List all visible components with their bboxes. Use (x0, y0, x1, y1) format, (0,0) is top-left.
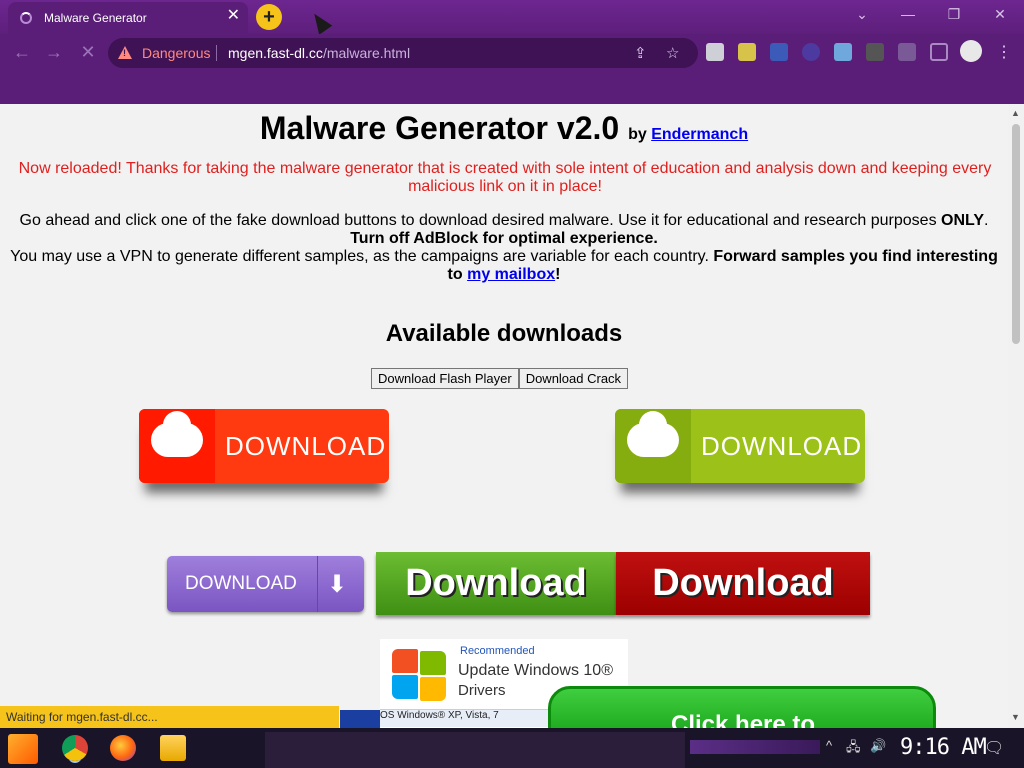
warning-icon[interactable] (118, 46, 132, 59)
taskbar-decoration (690, 740, 820, 754)
restore-button[interactable]: ❐ (944, 6, 964, 23)
tray-overflow-icon[interactable]: ^ (826, 738, 832, 753)
ext-icon-3[interactable] (770, 43, 788, 61)
back-button[interactable]: ← (10, 42, 34, 63)
taskbar-preview (265, 732, 685, 768)
forward-button[interactable]: → (42, 42, 66, 63)
cloud-download-icon (615, 409, 691, 483)
intro-text: Go ahead and click one of the fake downl… (10, 212, 998, 283)
notifications-icon[interactable]: 🗨 (984, 738, 1004, 758)
download-tile-purple[interactable]: DOWNLOAD ⬇ (167, 556, 364, 612)
ad-recommended-label: Recommended (460, 645, 535, 657)
tab-close-icon[interactable]: ✕ (227, 8, 240, 24)
ext-icon-2[interactable] (738, 43, 756, 61)
star-icon[interactable]: ☆ (666, 44, 679, 62)
status-bar: Waiting for mgen.fast-dl.cc... (0, 706, 339, 728)
download-tile-green-label: Download (405, 562, 587, 604)
download-tile-lime-label: DOWNLOAD (701, 431, 863, 461)
download-tile-darkred[interactable]: Download (616, 552, 870, 615)
scroll-down-icon[interactable]: ▼ (1011, 712, 1020, 722)
cloud-download-icon (139, 409, 215, 483)
scrollbar-thumb[interactable] (1012, 124, 1020, 344)
tab-malware-generator[interactable]: Malware Generator ✕ (8, 2, 248, 34)
file-explorer-icon[interactable] (160, 735, 186, 761)
ext-icon-6[interactable] (866, 43, 884, 61)
browser-menu-icon[interactable]: ⋮ (996, 42, 1012, 62)
ext-icon-5[interactable] (834, 43, 852, 61)
browser-toolbar: ← → ✕ Dangerous mgen.fast-dl.cc/malware.… (0, 34, 1024, 72)
volume-icon[interactable]: 🔊 (870, 738, 886, 754)
windows-logo-icon (392, 649, 448, 701)
security-status[interactable]: Dangerous (142, 45, 211, 61)
download-tile-green[interactable]: Download (376, 552, 616, 615)
download-tile-purple-label: DOWNLOAD (185, 573, 297, 594)
address-bar[interactable]: Dangerous mgen.fast-dl.cc/malware.html ⇪… (108, 38, 698, 68)
button-divider (317, 556, 318, 612)
new-tab-button[interactable]: + (256, 4, 282, 30)
ext-icon-1[interactable] (706, 43, 724, 61)
tab-strip: Malware Generator ✕ + ⌄ — ❐ ✕ (0, 0, 1024, 35)
start-icon[interactable] (8, 734, 38, 764)
download-tile-red-label: DOWNLOAD (225, 431, 387, 461)
ad-fragment[interactable] (340, 710, 380, 728)
profile-avatar[interactable] (960, 40, 982, 62)
mailbox-link[interactable]: my mailbox (467, 266, 555, 283)
ext-icon-4[interactable] (802, 43, 820, 61)
firefox-icon[interactable] (110, 735, 136, 761)
ad-title-line1: Update Windows 10® (458, 662, 613, 679)
clock[interactable]: 9:16 AM (900, 735, 987, 760)
taskbar: ^ 🖧 🔊 9:16 AM 🗨 (0, 728, 1024, 768)
minimize-button[interactable]: — (898, 6, 918, 22)
mouse-cursor-icon (307, 9, 333, 35)
download-buttons-row: Download Flash Player Download Crack (371, 368, 629, 389)
downloads-heading: Available downloads (385, 320, 623, 347)
arrow-down-icon: ⬇ (327, 571, 348, 598)
omnibox-divider (216, 45, 217, 61)
author-link[interactable]: Endermanch (651, 126, 748, 143)
download-tile-lime[interactable]: DOWNLOAD (615, 409, 865, 483)
tab-title: Malware Generator (44, 11, 147, 25)
url-text[interactable]: mgen.fast-dl.cc/malware.html (228, 45, 410, 61)
loading-spinner-icon (20, 12, 32, 24)
web-page: Malware Generator v2.0 by Endermanch Now… (0, 104, 1008, 728)
click-here-ad-label: Click here to (671, 711, 816, 728)
page-scrollbar[interactable]: ▲ ▼ (1008, 104, 1024, 728)
browser-chrome: Malware Generator ✕ + ⌄ — ❐ ✕ ← → ✕ Dang… (0, 0, 1024, 104)
ad-title-line2: Drivers (458, 682, 506, 699)
stop-loading-button[interactable]: ✕ (76, 42, 100, 63)
network-icon[interactable]: 🖧 (846, 738, 861, 760)
bookmark-bar (0, 72, 1024, 104)
download-tile-darkred-label: Download (652, 562, 834, 604)
close-window-button[interactable]: ✕ (990, 6, 1010, 23)
sidepanel-icon[interactable] (930, 43, 948, 61)
download-crack-button[interactable]: Download Crack (518, 368, 629, 389)
page-title: Malware Generator v2.0 by Endermanch (259, 110, 749, 146)
tab-search-icon[interactable]: ⌄ (852, 6, 872, 23)
reload-notice: Now reloaded! Thanks for taking the malw… (18, 160, 992, 195)
chrome-icon[interactable] (62, 735, 88, 761)
byline: by Endermanch (628, 126, 749, 143)
download-flash-button[interactable]: Download Flash Player (371, 368, 519, 389)
scroll-up-icon[interactable]: ▲ (1011, 108, 1020, 118)
download-tile-red[interactable]: DOWNLOAD (139, 409, 389, 483)
share-icon[interactable]: ⇪ (634, 44, 647, 62)
puzzle-icon[interactable] (898, 43, 916, 61)
click-here-ad[interactable]: Click here to (548, 686, 936, 728)
